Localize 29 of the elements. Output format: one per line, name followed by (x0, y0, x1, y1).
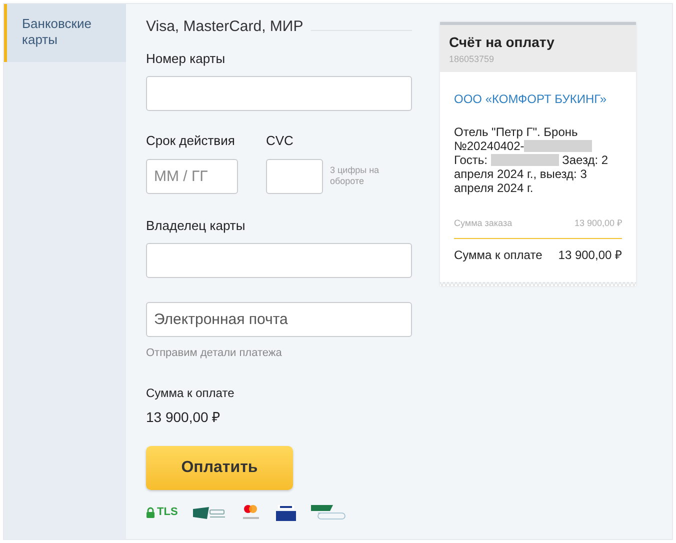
expiry-field[interactable]: ММ / ГГ (146, 158, 238, 194)
total-label: Сумма к оплате (146, 384, 236, 402)
field-label: Номер карты (146, 50, 226, 68)
mir-logo-icon (310, 504, 346, 522)
merchant-link[interactable]: ООО «КОМФОРТ БУКИНГ» (454, 90, 622, 108)
cvc-hint: 3 цифры на обороте (330, 165, 380, 187)
invoice-number: 186053759 (449, 53, 496, 66)
order-sum-label: Сумма заказа (454, 216, 512, 230)
field-label: CVC (266, 132, 294, 150)
section-title: Visa, MasterCard, МИР (146, 17, 304, 37)
total-amount: 13 900,00 ₽ (146, 408, 222, 426)
invoice-total-label: Сумма к оплате (454, 247, 542, 264)
field-label: Срок действия (146, 132, 236, 150)
email-hint: Отправим детали платежа (146, 346, 283, 361)
cardholder-field[interactable] (146, 243, 412, 278)
pay-button[interactable]: Оплатить (146, 446, 293, 490)
lock-icon (146, 507, 155, 518)
visa-logo-icon (276, 504, 296, 522)
sidebar-item[interactable]: Банковские карты (4, 4, 126, 62)
tls-label: TLS (157, 505, 178, 520)
pci-logo-icon (192, 506, 226, 520)
card-number-field[interactable] (146, 76, 412, 111)
order-sum-value: 13 900,00 ₽ (574, 216, 622, 230)
cvc-field[interactable] (266, 158, 323, 194)
order-description: Отель "Петр Г". Бронь №20240402- Гость: Заезд: 2 апреля 2024 г., выезд: 3 апреля 2024 г. (454, 124, 610, 194)
invoice-title: Счёт на оплату (449, 33, 556, 52)
invoice-total-value: 13 900,00 ₽ (558, 247, 622, 264)
field-label: Владелец карты (146, 216, 246, 235)
email-field[interactable]: Электронная почта (146, 302, 412, 337)
